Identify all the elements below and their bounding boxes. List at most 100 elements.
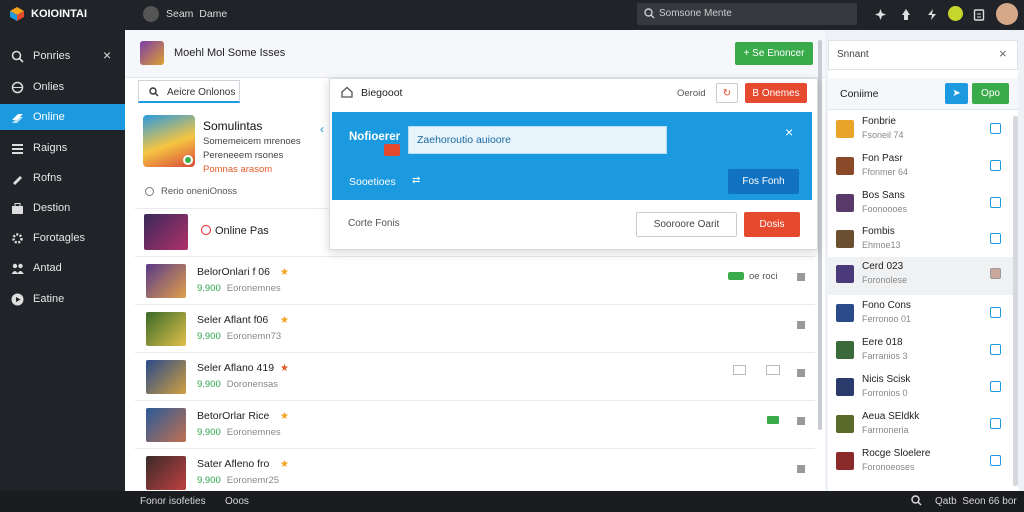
tab-icon [143,6,159,22]
list-item-selected[interactable]: Cerd 023 Foronolese [828,257,1013,295]
game-icon [836,304,854,322]
close-icon[interactable]: × [999,46,1007,61]
rocket-icon[interactable] [900,8,912,21]
row-menu-icon[interactable] [797,321,805,329]
coin-icon[interactable] [948,6,963,21]
sidebar-item-destion[interactable]: Destion [0,195,125,221]
sidebar-item-ponries[interactable]: Ponries [0,43,125,69]
list-item[interactable]: Fono Cons Ferronoo 01 [828,296,1010,333]
list-item-title: Eere 018 [862,337,903,348]
list-item[interactable]: Fon Pasr Ffonmer 64 [828,149,1010,186]
clipboard-icon[interactable] [973,8,985,21]
list-item[interactable]: Fonbrie Fsoneil 74 [828,112,1010,149]
sort-icon[interactable]: ⇄ [412,175,420,186]
dialog-top-label: Oeroid [677,88,706,99]
table-row[interactable]: Seler Aflano 419 ★ 9.900 Doronensas [135,352,815,399]
row-sub: Eoronemnes [226,283,281,294]
list-item-title: Fonbrie [862,116,896,127]
list-item[interactable]: Nicis Scisk Forronios 0 [828,370,1010,407]
list-item[interactable]: Aeua SEldkk Farrnoneria [828,407,1010,444]
status-left-text-2: Ooos [225,496,249,507]
right-scrollbar[interactable] [1013,116,1018,486]
list-item[interactable]: Rocge Sloelere Foronoeoses [828,444,1010,481]
list-item-checkbox[interactable] [990,123,1001,134]
main-scrollbar[interactable] [818,40,822,430]
table-row[interactable]: BelorOnlari f 06 ★ 9.900 Eoronemnes oe ro… [135,256,815,303]
row-price: 9.900 [197,331,221,342]
dialog-footer-label: Corte Fonis [348,218,400,229]
window-title[interactable]: Seam Dame [166,8,227,20]
list-item-checkbox[interactable] [990,381,1001,392]
row-title: Seler Aflant f06 [197,314,269,326]
list-item-title: Nicis Scisk [862,374,911,385]
sidebar-item-antad[interactable]: Antad [0,255,125,281]
row-checkbox[interactable] [733,365,746,375]
sidebar-item-eatine[interactable]: Eatine [0,286,125,312]
list-item[interactable]: Eere 018 Farranios 3 [828,333,1010,370]
app-logo-icon [9,6,25,22]
pen-icon [11,172,33,185]
list-item-subtitle: Foonoooes [862,204,908,214]
row-subtitle: 9.900 Eoronemnes [197,427,281,438]
row-title: Sater Afleno fro [197,458,270,470]
lightning-icon[interactable] [926,8,938,21]
banner-button[interactable]: Fos Fonh [728,169,799,194]
top-search-box[interactable]: Somsone Mente [637,3,857,25]
list-item-title: Fono Cons [862,300,911,311]
sidebar-item-forotagles[interactable]: Forotagles [0,225,125,251]
list-item-checkbox[interactable] [990,307,1001,318]
table-row[interactable]: Sater Afleno fro ★ 9.900 Eoronemr25 [135,448,815,491]
search-tab[interactable]: Aeicre Onlonos [138,80,240,103]
list-item-checkbox[interactable] [990,344,1001,355]
list-item[interactable]: Fombis Ehmoe13 [828,222,1010,259]
row-menu-icon[interactable] [797,465,805,473]
danger-button[interactable]: B Onemes [745,83,807,103]
row-title: BetorOrlar Rice [197,410,270,422]
online-label: Online Pas [215,225,269,237]
banner-input[interactable]: Zaehoroutio auioore [408,126,667,154]
confirm-button[interactable]: Dosis [744,212,800,237]
open-button[interactable]: Opo [972,83,1009,104]
list-item-checkbox-checked[interactable] [990,268,1001,279]
secondary-button[interactable]: Sooroore Oarit [636,212,737,237]
sidebar-item-online[interactable]: Online [0,104,125,130]
list-item-checkbox[interactable] [990,455,1001,466]
refresh-button[interactable]: ↻ [716,83,738,103]
sidebar-item-raigns[interactable]: Raigns [0,135,125,161]
sidebar-item-onlies[interactable]: Onlies [0,74,125,100]
row-menu-icon[interactable] [797,273,805,281]
row-menu-icon[interactable] [797,369,805,377]
search-input[interactable]: Somsone Mente [659,8,732,19]
star-icon: ★ [280,459,289,470]
row-checkbox[interactable] [766,365,780,375]
row-menu-icon[interactable] [797,417,805,425]
right-search-box[interactable]: Snnant × [828,40,1018,70]
profile-card[interactable]: Somulintas Somemeicem mrenoes Pereneeem … [135,107,335,207]
list-item[interactable]: Bos Sans Foonoooes [828,186,1010,223]
chevron-left-icon[interactable]: ‹ [320,122,324,136]
list-item-title: Bos Sans [862,190,905,201]
status-badge [767,416,779,424]
settings-icon[interactable] [874,8,887,21]
row-subtitle: 9.900 Eoronemnes [197,283,281,294]
add-button[interactable]: + Se Enoncer [735,42,813,65]
list-item-subtitle: Ferronoo 01 [862,314,912,324]
right-search-input[interactable]: Snnant [837,49,869,60]
sidebar-item-rofns[interactable]: Rofns [0,165,125,191]
close-icon[interactable]: × [785,124,793,140]
list-item-checkbox[interactable] [990,197,1001,208]
search-tab-label: Aeicre Onlonos [167,87,236,98]
right-section-title: Coniime [840,88,879,100]
table-row[interactable]: BetorOrlar Rice ★ 9.900 Eoronemnes [135,400,815,447]
table-row[interactable]: Seler Aflant f06 ★ 9.900 Eoronemn73 [135,304,815,351]
search-icon[interactable] [911,495,922,506]
list-item-checkbox[interactable] [990,418,1001,429]
list-item-checkbox[interactable] [990,233,1001,244]
page-title: Moehl Mol Some Isses [174,47,286,59]
star-icon: ★ [280,363,289,374]
share-button[interactable]: ➤ [945,83,968,104]
game-thumbnail [146,360,186,394]
game-thumbnail [146,312,186,346]
list-item-checkbox[interactable] [990,160,1001,171]
user-avatar[interactable] [996,3,1018,25]
